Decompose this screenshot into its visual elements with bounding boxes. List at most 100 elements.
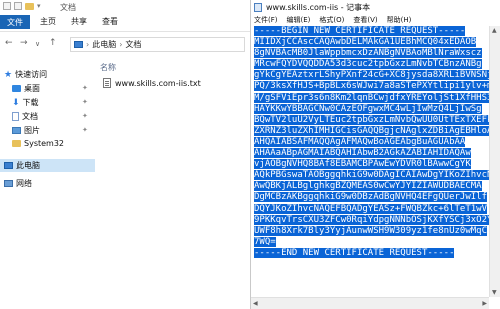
address-bar[interactable]: › 此电脑 › 文档: [70, 37, 245, 52]
nav-quick-access[interactable]: ★ 快速访问: [4, 69, 47, 80]
nav-label: System32: [24, 139, 65, 148]
selected-text: gYkCgYEAztxrLShyPXnf24cG+XC8jysda8XRLiBV…: [254, 70, 494, 81]
column-header-name[interactable]: 名称: [100, 62, 116, 73]
quick-access-toolbar: ▾: [3, 2, 41, 10]
star-icon: ★: [4, 69, 13, 80]
selected-text: AHQAIABSAFMAQQAgAFMAQwBoAGEAbgBuAGUAbAA: [254, 136, 466, 147]
nav-desktop[interactable]: 桌面: [12, 83, 40, 94]
selected-text: -----BEGIN NEW CERTIFICATE REQUEST-----: [254, 26, 466, 36]
folder-icon: [12, 140, 21, 147]
horizontal-scrollbar[interactable]: ◀ ▶: [251, 297, 489, 309]
pin-icon[interactable]: ✦: [82, 126, 88, 134]
properties-icon[interactable]: [3, 2, 11, 10]
nav-system32[interactable]: System32: [12, 139, 64, 148]
text-line: AHAAaABpAGMAIABQAHIAbwB2AGkAZABIAHIDAQAw: [254, 148, 494, 159]
selected-text: DQYJKoZIhvcNAQEFBQADgYEASz+FWQBZkc+6lTeT…: [254, 203, 487, 214]
nav-network[interactable]: 网络: [4, 178, 32, 189]
dropdown-icon[interactable]: ▾: [37, 2, 41, 10]
tab-file[interactable]: 文件: [0, 15, 30, 29]
document-icon: [12, 112, 19, 121]
nav-label: 桌面: [24, 84, 40, 93]
selected-text: 9PKKqvTrsCXU3ZFCw0RqiYdpgNNNbOSjKXfYSCj3…: [254, 214, 494, 225]
forward-icon[interactable]: →: [20, 38, 28, 48]
scroll-down-icon[interactable]: ▼: [492, 289, 497, 296]
scroll-left-icon[interactable]: ◀: [253, 300, 258, 307]
text-line: HAYKKwYBBAGCNw0CAzEOFgwxMC4wLjIwMzQ4LjIw…: [254, 103, 494, 115]
chevron-right-icon: ›: [119, 40, 123, 49]
text-line: UWF8h8Xrk7Bly3YyjAunwWSH9W309yz1fe8nUz0w…: [254, 225, 494, 237]
menu-help[interactable]: 帮助(H): [387, 15, 412, 25]
nav-label: 网络: [16, 179, 32, 188]
nav-label: 文档: [22, 112, 38, 121]
tab-view[interactable]: 查看: [102, 16, 118, 27]
tab-share[interactable]: 共享: [71, 16, 87, 27]
text-line: AwQBKjALBglghkgBZQMEAS0wCwYJYIZIAWUDBAEC…: [254, 181, 494, 192]
notepad-window: www.skills.com-iis - 记事本 文件(F) 编辑(E) 格式(…: [250, 0, 500, 309]
notepad-text-area[interactable]: -----BEGIN NEW CERTIFICATE REQUEST----- M…: [254, 26, 494, 259]
nav-label: 此电脑: [16, 161, 40, 170]
text-line: PQ/3ksXfHJS+BpBLx6sWJwi7a8aSTePXYtlipi1y…: [254, 81, 494, 92]
tab-home[interactable]: 主页: [40, 16, 56, 27]
selected-text: PQ/3ksXfHJS+BpBLx6sWJwi7a8aSTePXYtlipi1y…: [254, 81, 494, 92]
text-line: BQwTV2luU2VyLTEuc2tpbGxzLmNvbQwUU0UtTExT…: [254, 114, 494, 126]
notepad-icon: [254, 3, 262, 12]
new-folder-icon[interactable]: [14, 2, 22, 10]
text-line: DQYJKoZIhvcNAQEFBQADgYEASz+FWQBZkc+6lTeT…: [254, 203, 494, 215]
selected-text: AHAAaABpAGMAIABQAHIAbwB2AGkAZABIAHIDAQAw: [254, 148, 471, 159]
selected-text: 8gNVBAcMB0JlaWppbmcxDzANBgNVBAoMBlNraWxs…: [254, 48, 482, 59]
vertical-scrollbar[interactable]: ▲ ▼: [489, 26, 500, 297]
computer-icon: [4, 162, 13, 169]
menu-view[interactable]: 查看(V): [353, 15, 377, 25]
download-icon: ⬇: [12, 97, 20, 108]
nav-label: 下载: [22, 98, 39, 107]
picture-icon: [12, 127, 21, 134]
navigation-pane: ★ 快速访问 桌面 ✦ ⬇ 下载 ✦ 文档 ✦ 图片 ✦ System32 此电…: [0, 55, 95, 309]
selected-text: vjAOBgNVHQ8BAf8EBAMCBPAwEwYDVR0lBAwwCgYK: [254, 159, 471, 170]
text-line: M/gSFViEpr3s6n8Km2lqnBCwjdfxYREYoljSt1Xf…: [254, 92, 494, 104]
pin-icon[interactable]: ✦: [82, 84, 88, 92]
notepad-title: www.skills.com-iis - 记事本: [266, 3, 371, 12]
folder-icon: [25, 2, 34, 10]
selected-text: AwQBKjALBglghkgBZQMEAS0wCwYJYIZIAWUDBAEC…: [254, 181, 482, 192]
nav-this-pc[interactable]: 此电脑: [0, 159, 95, 172]
text-line: 8gNVBAcMB0JlaWppbmcxDzANBgNVBAoMBlNraWxs…: [254, 48, 494, 59]
up-icon[interactable]: ↑: [49, 38, 57, 48]
breadcrumb-this-pc[interactable]: 此电脑: [92, 39, 116, 50]
text-line: vjAOBgNVHQ8BAf8EBAMCBPAwEwYDVR0lBAwwCgYK: [254, 159, 494, 170]
selected-text: DgMCBzAKBggqhkiG9w0DBzAdBgNVHQ4EFgQUerJw…: [254, 192, 487, 203]
chevron-right-icon: ›: [86, 40, 90, 49]
selected-text: BQwTV2luU2VyLTEuc2tpbGxzLmNvbQwUU0UtTExT…: [254, 114, 494, 125]
nav-downloads[interactable]: ⬇ 下载: [12, 97, 39, 108]
pin-icon[interactable]: ✦: [82, 112, 88, 120]
selected-text: 7WQ=: [254, 236, 276, 247]
text-line: MIIDXjCCAscCAQAwbDELMAkGA1UEBhMCQ04xEDAO…: [254, 37, 494, 48]
file-item[interactable]: www.skills.com-iis.txt: [103, 78, 201, 88]
selected-text: HAYKKwYBBAGCNw0CAzEOFgwxMC4wLjIwMzQ4LjIw…: [254, 103, 482, 114]
selected-text: AQkPBGswaTAOBggqhkiG9w0DAgICAIAwDgYIKoZI…: [254, 170, 493, 181]
selected-text: ZXRNZ3luZXhIMHIGCisGAQQBgjcNAglxZDBiAgEB…: [254, 125, 494, 136]
recent-locations-icon[interactable]: ∨: [35, 40, 40, 48]
notepad-menubar: 文件(F) 编辑(E) 格式(O) 查看(V) 帮助(H): [251, 14, 500, 26]
menu-edit[interactable]: 编辑(E): [287, 15, 311, 25]
back-icon[interactable]: ←: [5, 38, 13, 48]
nav-label: 图片: [24, 126, 40, 135]
breadcrumb-documents[interactable]: 文档: [125, 39, 141, 50]
text-line: DgMCBzAKBggqhkiG9w0DBzAdBgNVHQ4EFgQUerJw…: [254, 192, 494, 203]
pin-icon[interactable]: ✦: [82, 98, 88, 106]
scroll-up-icon[interactable]: ▲: [492, 27, 497, 34]
scroll-right-icon[interactable]: ▶: [482, 300, 487, 307]
text-line: -----BEGIN NEW CERTIFICATE REQUEST-----: [254, 26, 494, 37]
network-icon: [4, 180, 13, 187]
nav-label: 快速访问: [15, 70, 48, 79]
selected-text: UWF8h8Xrk7Bly3YyjAunwWSH9W309yz1fe8nUz0w…: [254, 225, 487, 236]
menu-file[interactable]: 文件(F): [254, 15, 278, 25]
nav-documents[interactable]: 文档: [12, 111, 38, 122]
text-line: gYkCgYEAztxrLShyPXnf24cG+XC8jysda8XRLiBV…: [254, 70, 494, 81]
text-line: 7WQ=: [254, 236, 494, 248]
selected-text: -----END NEW CERTIFICATE REQUEST-----: [254, 247, 455, 258]
nav-pictures[interactable]: 图片: [12, 125, 40, 136]
menu-format[interactable]: 格式(O): [319, 15, 344, 25]
selected-text: MRcwFQYDVQQDDA53d3cuc2tpbGxzLmNvbTCBnzAN…: [254, 59, 482, 70]
file-name: www.skills.com-iis.txt: [115, 78, 201, 88]
text-line: ZXRNZ3luZXhIMHIGCisGAQQBgjcNAglxZDBiAgEB…: [254, 125, 494, 137]
